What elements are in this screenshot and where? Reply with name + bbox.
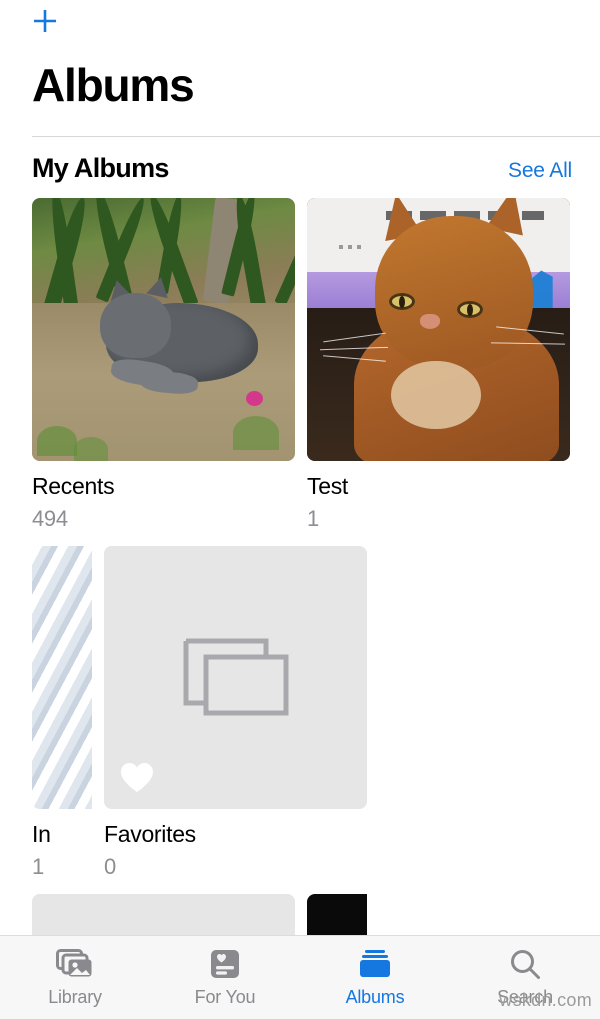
tab-for-you[interactable]: For You (150, 936, 300, 1019)
album-card[interactable]: In 1 (32, 546, 92, 880)
album-grid: Recents 494 Test 1 In 1 Favorites 0 (0, 198, 600, 1019)
album-count: 1 (32, 854, 44, 879)
heart-icon (121, 763, 153, 792)
album-card[interactable]: Test 1 (307, 198, 570, 532)
tab-search[interactable]: Search (450, 936, 600, 1019)
section-title: My Albums (32, 153, 169, 183)
orange-tabby-at-monitor-photo (307, 198, 570, 461)
empty-album-placeholder (104, 546, 367, 809)
album-count: 0 (104, 854, 116, 879)
album-name: In (32, 821, 51, 847)
photos-albums-screen: Albums My Albums See All Recents 494 Tes… (0, 0, 600, 1019)
tab-label: Albums (345, 986, 405, 1007)
tab-label: For You (194, 986, 256, 1007)
album-name: Recents (32, 473, 115, 499)
navigation-bar (0, 0, 600, 52)
album-thumbnail[interactable] (307, 198, 570, 461)
album-card[interactable]: Favorites 0 (104, 546, 367, 880)
see-all-link[interactable]: See All (508, 159, 572, 183)
photo-stack-icon (183, 638, 288, 715)
tab-library[interactable]: Library (0, 936, 150, 1019)
add-album-button[interactable] (30, 6, 60, 36)
tab-label: Library (48, 986, 102, 1007)
page-title: Albums (32, 59, 195, 111)
album-thumbnail[interactable] (32, 198, 295, 461)
plus-icon (34, 10, 56, 32)
section-header: My Albums See All (0, 137, 600, 198)
album-name: Test (307, 473, 348, 499)
tab-label: Search (497, 986, 553, 1007)
pale-textured-photo (32, 546, 92, 809)
tab-albums[interactable]: Albums (300, 936, 450, 1019)
album-count: 494 (32, 506, 68, 531)
album-count: 1 (307, 506, 319, 531)
photo-stack-icon (55, 948, 95, 980)
search-icon (505, 948, 545, 980)
gray-cat-in-garden-photo (32, 198, 295, 461)
heart-card-icon (205, 948, 245, 980)
album-name: Favorites (104, 821, 196, 847)
tab-bar: Library For You Albums Search (0, 935, 600, 1019)
album-thumbnail[interactable] (32, 546, 92, 809)
album-thumbnail[interactable] (104, 546, 367, 809)
albums-icon (355, 948, 395, 980)
album-card[interactable]: Recents 494 (32, 198, 295, 532)
